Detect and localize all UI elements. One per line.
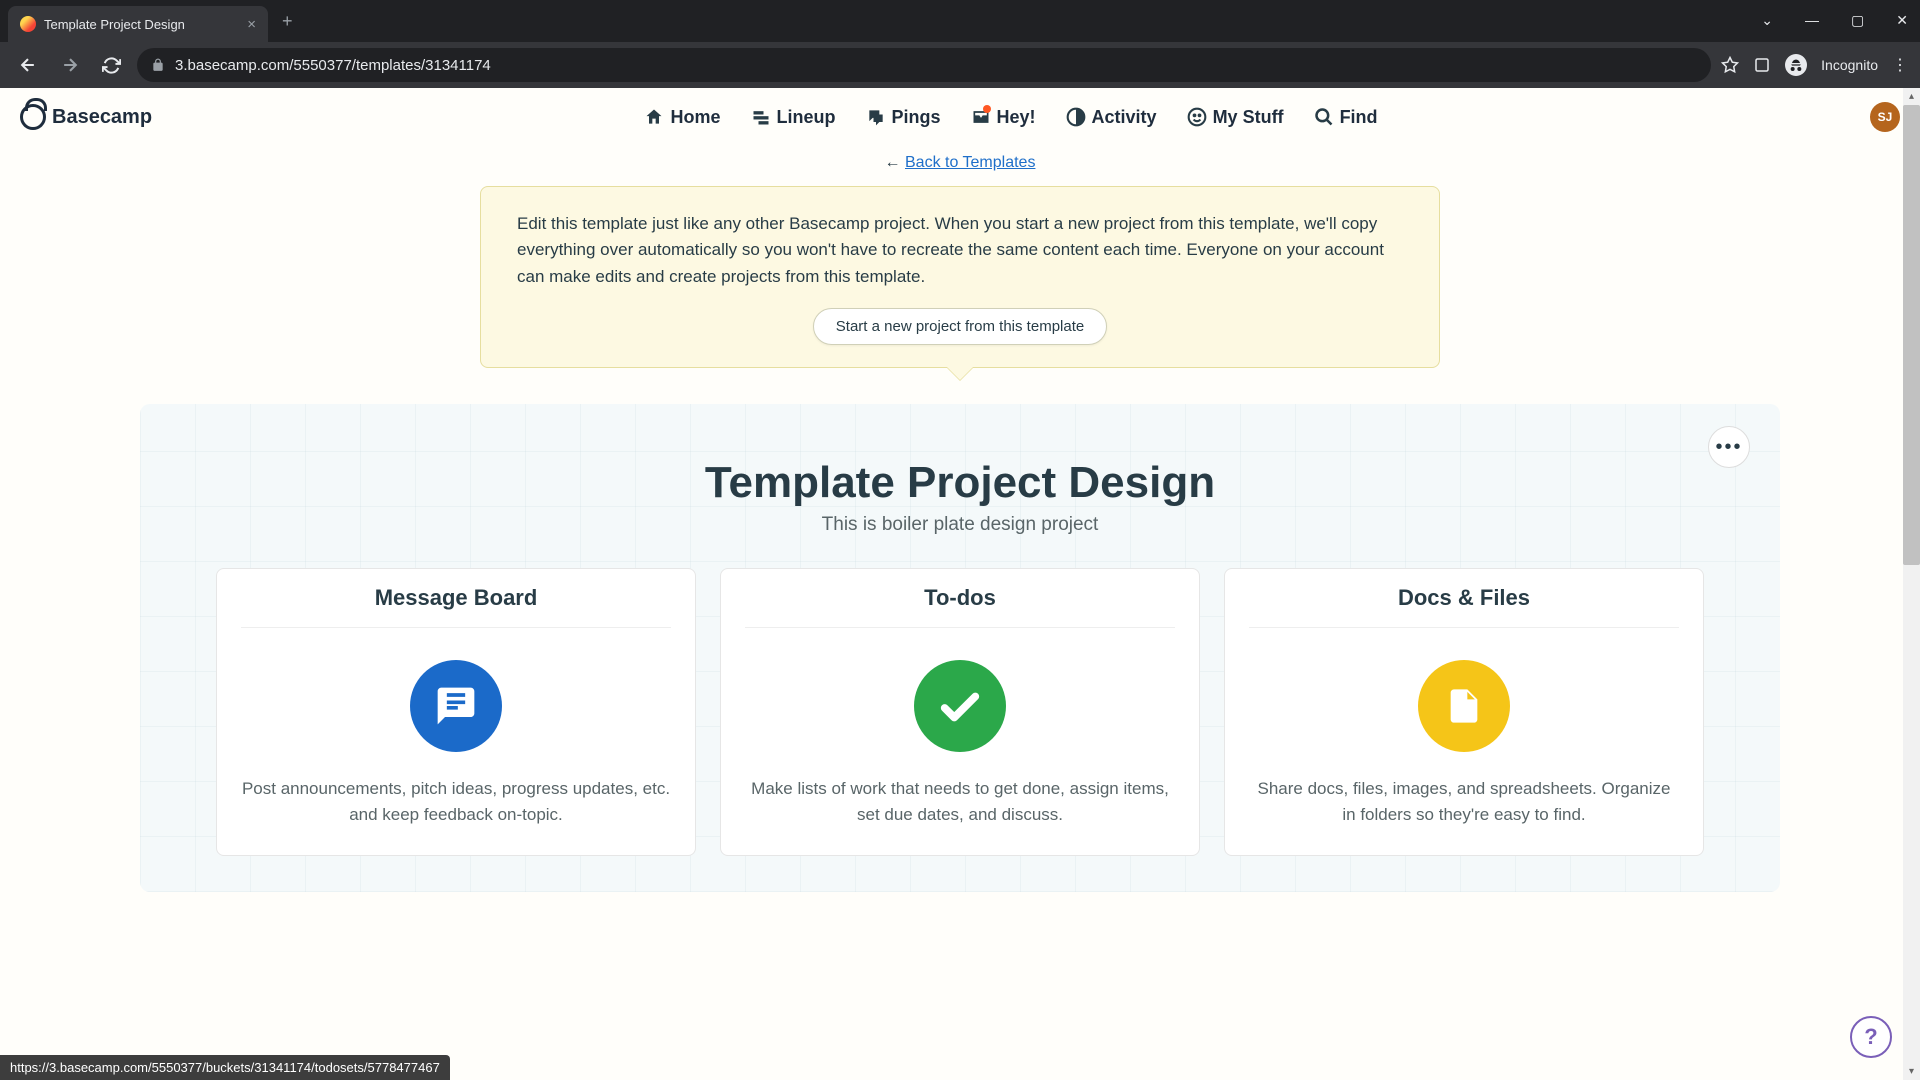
browser-tab[interactable]: Template Project Design ×: [8, 6, 268, 42]
more-options-button[interactable]: •••: [1708, 426, 1750, 468]
start-project-button[interactable]: Start a new project from this template: [813, 308, 1107, 345]
close-icon[interactable]: ×: [247, 16, 256, 33]
tool-title: Message Board: [241, 569, 671, 628]
extensions-icon[interactable]: [1753, 56, 1771, 74]
scroll-down-icon[interactable]: ▾: [1903, 1063, 1920, 1080]
close-window-icon[interactable]: ✕: [1892, 8, 1912, 33]
scroll-up-icon[interactable]: ▴: [1903, 88, 1920, 105]
scrollbar-thumb[interactable]: [1903, 105, 1920, 565]
tool-desc: Make lists of work that needs to get don…: [745, 776, 1175, 827]
tab-title: Template Project Design: [44, 17, 185, 32]
app-content: Basecamp Home Lineup Pings Hey! A: [0, 88, 1920, 1080]
logo[interactable]: Basecamp: [20, 104, 152, 130]
incognito-icon[interactable]: [1785, 54, 1807, 76]
message-board-icon: [410, 660, 502, 752]
nav-activity[interactable]: Activity: [1066, 107, 1157, 128]
nav-label: Home: [670, 107, 720, 128]
logo-text: Basecamp: [52, 106, 152, 129]
window-controls: ⌄ — ▢ ✕: [1757, 8, 1912, 33]
search-icon: [1314, 107, 1334, 127]
tools-grid: Message Board Post announcements, pitch …: [176, 568, 1744, 856]
home-icon: [644, 107, 664, 127]
callout-text: Edit this template just like any other B…: [517, 211, 1387, 290]
logo-icon: [20, 104, 46, 130]
mystuff-icon: [1187, 107, 1207, 127]
nav-mystuff[interactable]: My Stuff: [1187, 107, 1284, 128]
favicon-icon: [20, 16, 36, 32]
url-field[interactable]: 3.basecamp.com/5550377/templates/3134117…: [137, 48, 1711, 82]
status-bar: https://3.basecamp.com/5550377/buckets/3…: [0, 1055, 450, 1080]
tool-todos[interactable]: To-dos Make lists of work that needs to …: [720, 568, 1200, 856]
avatar[interactable]: SJ: [1870, 102, 1900, 132]
back-button[interactable]: [12, 49, 44, 81]
scrollbar[interactable]: ▴ ▾: [1903, 88, 1920, 1080]
nav-label: Pings: [892, 107, 941, 128]
template-title: Template Project Design: [176, 458, 1744, 508]
help-button[interactable]: ?: [1850, 1016, 1892, 1058]
nav-home[interactable]: Home: [644, 107, 720, 128]
nav-label: Activity: [1092, 107, 1157, 128]
template-card: ••• Template Project Design This is boil…: [140, 404, 1780, 892]
todos-icon: [914, 660, 1006, 752]
activity-icon: [1066, 107, 1086, 127]
minimize-icon[interactable]: —: [1801, 8, 1823, 33]
info-callout: Edit this template just like any other B…: [480, 186, 1440, 368]
back-to-templates-link[interactable]: Back to Templates: [905, 154, 1035, 171]
bookmark-icon[interactable]: [1721, 56, 1739, 74]
incognito-label: Incognito: [1821, 57, 1878, 73]
tabs-dropdown-icon[interactable]: ⌄: [1757, 8, 1777, 33]
pings-icon: [866, 107, 886, 127]
lock-icon: [151, 58, 165, 72]
maximize-icon[interactable]: ▢: [1847, 8, 1868, 33]
nav-label: Find: [1340, 107, 1378, 128]
nav-find[interactable]: Find: [1314, 107, 1378, 128]
nav-pings[interactable]: Pings: [866, 107, 941, 128]
nav-label: Lineup: [777, 107, 836, 128]
address-bar: 3.basecamp.com/5550377/templates/3134117…: [0, 42, 1920, 88]
nav-lineup[interactable]: Lineup: [751, 107, 836, 128]
tool-title: Docs & Files: [1249, 569, 1679, 628]
nav-label: My Stuff: [1213, 107, 1284, 128]
docs-files-icon: [1418, 660, 1510, 752]
tool-docs-files[interactable]: Docs & Files Share docs, files, images, …: [1224, 568, 1704, 856]
nav-hey[interactable]: Hey!: [971, 107, 1036, 128]
top-nav: Basecamp Home Lineup Pings Hey! A: [0, 88, 1920, 142]
breadcrumb: ← Back to Templates: [480, 154, 1440, 172]
browser-chrome: Template Project Design × + ⌄ — ▢ ✕ 3.ba…: [0, 0, 1920, 88]
back-arrow: ←: [885, 154, 905, 171]
lineup-icon: [751, 107, 771, 127]
notification-dot-icon: [983, 105, 991, 113]
menu-icon[interactable]: ⋮: [1892, 55, 1908, 75]
new-tab-button[interactable]: +: [268, 11, 307, 32]
nav-label: Hey!: [997, 107, 1036, 128]
tab-bar: Template Project Design × +: [0, 0, 1920, 42]
forward-button[interactable]: [54, 49, 86, 81]
tool-message-board[interactable]: Message Board Post announcements, pitch …: [216, 568, 696, 856]
tool-desc: Post announcements, pitch ideas, progres…: [241, 776, 671, 827]
tool-desc: Share docs, files, images, and spreadshe…: [1249, 776, 1679, 827]
template-subtitle: This is boiler plate design project: [176, 514, 1744, 536]
url-text: 3.basecamp.com/5550377/templates/3134117…: [175, 57, 491, 74]
reload-button[interactable]: [96, 50, 127, 81]
tool-title: To-dos: [745, 569, 1175, 628]
